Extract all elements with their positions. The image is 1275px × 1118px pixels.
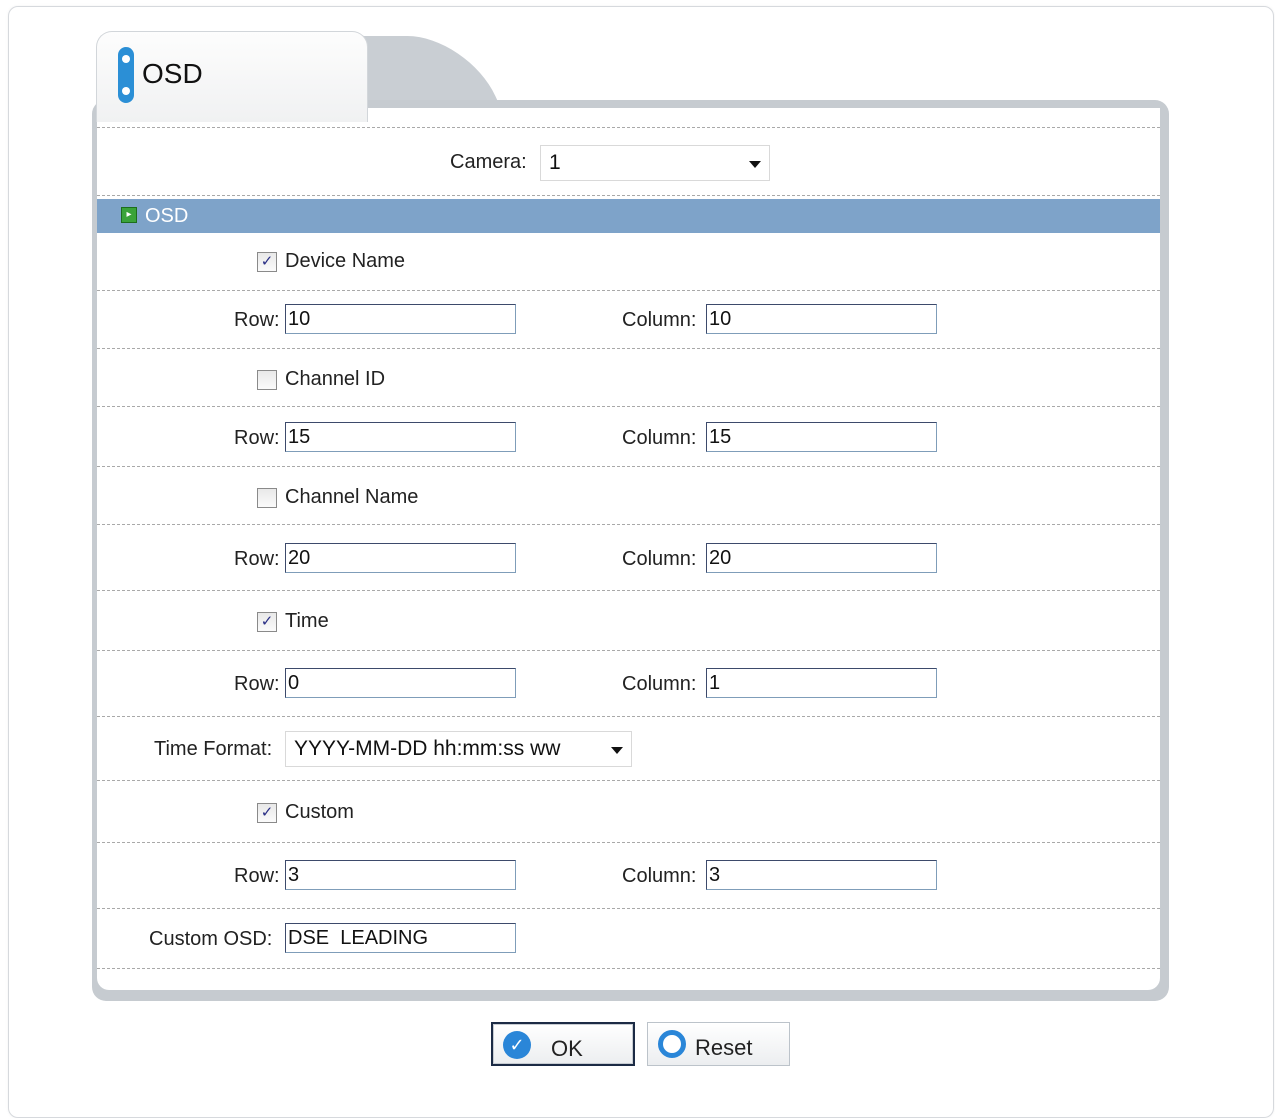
device-name-column-input[interactable]: 10 [706,304,937,334]
time-row-label: Row: [234,673,280,695]
ok-button[interactable]: ✓ OK [491,1022,635,1066]
channel-id-checkbox[interactable] [257,370,277,390]
check-icon: ✓ [260,804,274,821]
channel-id-label: Channel ID [285,368,386,390]
divider [97,290,1160,291]
chevron-down-icon [749,161,761,168]
tab-indicator-icon [118,47,134,103]
custom-label: Custom [285,801,354,823]
device-name-row-input[interactable]: 10 [285,304,516,334]
check-icon: ✓ [260,253,274,270]
divider [97,590,1160,591]
device-name-label: Device Name [285,250,406,272]
section-header-bar [97,199,1160,233]
channel-id-column-input[interactable]: 15 [706,422,937,452]
channel-name-row-input[interactable]: 20 [285,543,516,573]
custom-osd-input[interactable]: DSE LEADING [285,923,516,953]
check-circle-icon: ✓ [503,1031,531,1059]
divider [97,466,1160,467]
time-format-label: Time Format: [154,738,273,760]
custom-column-input[interactable]: 3 [706,860,937,890]
time-column-input[interactable]: 1 [706,668,937,698]
reset-button[interactable]: Reset [647,1022,790,1066]
reset-button-label: Reset [695,1035,753,1060]
device-name-column-label: Column: [622,309,697,331]
divider [97,968,1160,969]
camera-select-value: 1 [549,151,561,174]
divider [97,406,1160,407]
custom-column-label: Column: [622,865,697,887]
custom-checkbox[interactable]: ✓ [257,803,277,823]
divider [97,650,1160,651]
time-row-input[interactable]: 0 [285,668,516,698]
custom-row-input[interactable]: 3 [285,860,516,890]
time-label: Time [285,610,329,632]
channel-id-row-label: Row: [234,427,280,449]
check-icon: ✓ [260,613,274,630]
divider [97,348,1160,349]
time-checkbox[interactable]: ✓ [257,612,277,632]
divider [97,524,1160,525]
custom-row-label: Row: [234,865,280,887]
tab-osd[interactable] [96,31,368,122]
channel-name-column-input[interactable]: 20 [706,543,937,573]
chevron-down-icon [611,747,623,754]
ok-button-label: OK [551,1036,583,1061]
divider [97,716,1160,717]
divider [97,780,1160,781]
divider [97,127,1160,128]
time-format-select[interactable]: YYYY-MM-DD hh:mm:ss ww [285,731,632,767]
custom-osd-label: Custom OSD: [149,928,273,950]
divider [97,842,1160,843]
channel-id-column-label: Column: [622,427,697,449]
device-name-row-label: Row: [234,309,280,331]
channel-id-row-input[interactable]: 15 [285,422,516,452]
section-title: OSD [145,205,189,227]
channel-name-row-label: Row: [234,548,280,570]
channel-name-column-label: Column: [622,548,697,570]
channel-name-label: Channel Name [285,486,419,508]
divider [97,195,1160,196]
channel-name-checkbox[interactable] [257,488,277,508]
time-format-select-value: YYYY-MM-DD hh:mm:ss ww [294,737,561,760]
camera-label: Camera: [450,151,527,173]
device-name-checkbox[interactable]: ✓ [257,252,277,272]
tab-title: OSD [142,58,203,89]
divider [97,908,1160,909]
time-column-label: Column: [622,673,697,695]
reset-circle-icon [658,1030,686,1058]
camera-select[interactable]: 1 [540,145,770,181]
expand-icon: ▸ [121,207,137,223]
